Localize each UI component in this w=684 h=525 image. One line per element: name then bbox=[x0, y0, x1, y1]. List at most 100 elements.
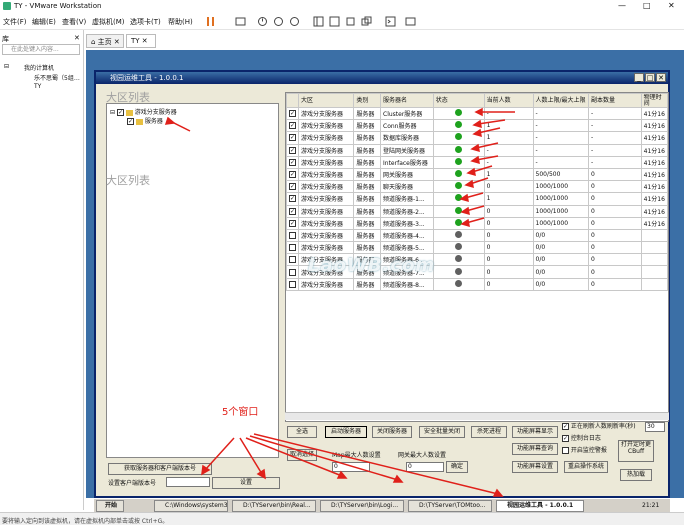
sidebar-toggle-icon[interactable] bbox=[312, 15, 325, 28]
snapshot-manager-icon[interactable] bbox=[288, 15, 301, 28]
row-checkbox-cell[interactable] bbox=[286, 265, 299, 279]
row-checkbox[interactable] bbox=[289, 268, 296, 276]
refresh-rate-select[interactable]: 30 bbox=[645, 422, 665, 432]
tree-my-computer[interactable]: 我的计算机 bbox=[24, 63, 54, 72]
column-header[interactable]: 大区 bbox=[297, 93, 355, 108]
row-checkbox-cell[interactable]: ✓ bbox=[286, 204, 299, 218]
monitor-checkbox[interactable] bbox=[562, 447, 569, 454]
menu-file[interactable]: 文件(F) bbox=[3, 17, 27, 27]
close-library-icon[interactable]: ✕ bbox=[74, 34, 80, 42]
tree-vm-group[interactable]: 乐不思蜀（5组… bbox=[34, 73, 80, 82]
row-checkbox[interactable]: ✓ bbox=[289, 219, 296, 227]
pause-icon[interactable] bbox=[204, 15, 217, 28]
row-checkbox[interactable]: ✓ bbox=[289, 158, 296, 166]
row-checkbox[interactable]: ✓ bbox=[289, 122, 296, 130]
task-realm[interactable]: D:\TYServer\bin\Real... bbox=[232, 500, 316, 512]
console-log-checkbox[interactable]: ✓ bbox=[562, 435, 569, 442]
refresh-checkbox[interactable]: ✓ bbox=[562, 423, 569, 430]
row-checkbox-cell[interactable] bbox=[286, 228, 299, 243]
table-row[interactable]: ✓ 游戏分支服务器 服务器 频道服务器-3... 0 1000/1000 0 41分16 bbox=[286, 216, 668, 230]
hotload-button[interactable]: 热加载 bbox=[620, 469, 652, 481]
table-row[interactable]: 游戏分支服务器 服务器 频道服务器-4... 0 0/0 0 bbox=[286, 228, 668, 243]
task-ops-tool[interactable]: 视园运维工具 - 1.0.0.1 bbox=[496, 500, 584, 512]
tree-expand-icon[interactable]: ⊟ bbox=[4, 63, 9, 70]
ops-maximize-button[interactable]: □ bbox=[645, 73, 655, 82]
table-row[interactable]: ✓ 游戏分支服务器 服务器 网关服务器 1 500/500 0 41分16 bbox=[286, 167, 668, 182]
library-search-input[interactable]: 在此处键入内容... bbox=[2, 44, 80, 55]
restart-os-button[interactable]: 重启操作系统 bbox=[564, 461, 608, 473]
menu-edit[interactable]: 编辑(E) bbox=[32, 17, 56, 27]
menu-view[interactable]: 查看(V) bbox=[62, 17, 86, 27]
unity-icon[interactable] bbox=[360, 15, 373, 28]
row-checkbox[interactable]: ✓ bbox=[289, 195, 296, 203]
func-set-button[interactable]: 功能屏幕设置 bbox=[512, 461, 558, 473]
tab-ty[interactable]: TY ✕ bbox=[126, 34, 156, 48]
table-row[interactable]: ✓ 游戏分支服务器 服务器 Cluster服务器 - - -41分16 bbox=[286, 106, 668, 121]
row-checkbox[interactable] bbox=[289, 256, 296, 264]
row-checkbox[interactable]: ✓ bbox=[289, 183, 296, 191]
tab-home[interactable]: ⌂ 主页 ✕ bbox=[86, 34, 124, 48]
table-row[interactable]: ✓ 游戏分支服务器 服务器 数据库服务器 1- -41分16 bbox=[286, 131, 668, 145]
task-tomtool[interactable]: D:\TYServer\TOMtoo... bbox=[408, 500, 492, 512]
column-header[interactable]: 当前人数 bbox=[483, 93, 534, 108]
row-checkbox-cell[interactable]: ✓ bbox=[286, 180, 299, 194]
confirm-button[interactable]: 确定 bbox=[446, 461, 468, 473]
row-checkbox[interactable]: ✓ bbox=[289, 171, 296, 179]
grid-horizontal-scrollbar[interactable] bbox=[285, 412, 669, 420]
ops-close-button[interactable]: ✕ bbox=[656, 73, 666, 82]
console-log-checkbox-row[interactable]: ✓ 控制台日志 bbox=[562, 433, 601, 442]
console-view-icon[interactable] bbox=[328, 15, 341, 28]
start-button[interactable]: 开始 bbox=[96, 500, 124, 512]
row-checkbox-cell[interactable]: ✓ bbox=[286, 143, 299, 157]
get-version-button[interactable]: 获取服务器和客户端版本号 bbox=[108, 463, 212, 475]
refresh-checkbox-row[interactable]: ✓ 正在刷新人数刷新率(秒) bbox=[562, 421, 636, 430]
menu-help[interactable]: 帮助(H) bbox=[168, 17, 193, 27]
tree-vm-ty[interactable]: TY bbox=[34, 83, 41, 90]
func-show-button[interactable]: 功能屏幕显示 bbox=[512, 426, 558, 438]
func-query-button[interactable]: 功能屏幕查询 bbox=[512, 443, 558, 455]
table-row[interactable]: ✓ 游戏分支服务器 服务器 频道服务器-1... 1 1000/1000 0 41分16 bbox=[286, 192, 668, 206]
stop-server-button[interactable]: 关闭服务器 bbox=[372, 426, 412, 438]
start-server-button[interactable]: 启动服务器 bbox=[325, 426, 367, 438]
column-header[interactable]: 服务器名 bbox=[380, 93, 434, 108]
tree-root-item[interactable]: ⊟ ✓ 游戏分支服务器 bbox=[110, 107, 177, 116]
row-checkbox-cell[interactable]: ✓ bbox=[286, 155, 299, 169]
row-checkbox-cell[interactable] bbox=[286, 277, 299, 291]
task-cmd[interactable]: C:\Windows\system3... bbox=[154, 500, 228, 512]
table-row[interactable]: 游戏分支服务器 服务器 频道服务器-8... 0 0/0 0 bbox=[286, 277, 668, 291]
tree-child-item[interactable]: ✓ 服务器 bbox=[127, 116, 163, 125]
column-header[interactable]: 人数上限/最大上限 bbox=[532, 93, 590, 108]
row-checkbox-cell[interactable]: ✓ bbox=[286, 167, 299, 182]
column-header[interactable]: 物理时间 bbox=[640, 93, 668, 108]
ops-minimize-button[interactable]: _ bbox=[634, 73, 644, 82]
safe-close-button[interactable]: 安全批量关闭 bbox=[419, 426, 465, 438]
row-checkbox-cell[interactable]: ✓ bbox=[286, 192, 299, 206]
monitor-checkbox-row[interactable]: 开启监控警报 bbox=[562, 445, 607, 454]
stretch-icon[interactable] bbox=[404, 15, 417, 28]
row-checkbox-cell[interactable] bbox=[286, 241, 299, 255]
timer-button[interactable]: 打开定时更CBuff bbox=[618, 440, 654, 462]
maximize-button[interactable]: □ bbox=[643, 1, 651, 10]
menu-tabs[interactable]: 选项卡(T) bbox=[130, 17, 161, 27]
row-checkbox-cell[interactable]: ✓ bbox=[286, 131, 299, 145]
snapshot-icon[interactable] bbox=[256, 15, 269, 28]
table-row[interactable]: 游戏分支服务器 服务器 频道服务器-5... 0 0/0 0 bbox=[286, 241, 668, 255]
minimize-button[interactable]: — bbox=[618, 1, 626, 10]
row-checkbox[interactable] bbox=[289, 280, 296, 288]
terminal-icon[interactable] bbox=[384, 15, 397, 28]
client-version-input[interactable] bbox=[166, 477, 210, 487]
send-keys-icon[interactable] bbox=[234, 15, 247, 28]
table-row[interactable]: ✓ 游戏分支服务器 服务器 聊天服务器 0 1000/1000 0 41分16 bbox=[286, 180, 668, 194]
column-header[interactable]: 类别 bbox=[353, 93, 381, 108]
set-button[interactable]: 设置 bbox=[212, 477, 280, 489]
column-header[interactable]: 状态 bbox=[432, 93, 485, 108]
row-checkbox-cell[interactable]: ✓ bbox=[286, 106, 299, 121]
row-checkbox[interactable]: ✓ bbox=[289, 134, 296, 142]
row-checkbox-cell[interactable]: ✓ bbox=[286, 119, 299, 133]
row-checkbox-cell[interactable]: ✓ bbox=[286, 216, 299, 230]
fullscreen-icon[interactable] bbox=[344, 15, 357, 28]
net-max-input[interactable]: 0 bbox=[406, 462, 444, 472]
table-row[interactable]: ✓ 游戏分支服务器 服务器 Interface服务器 - - -41分16 bbox=[286, 155, 668, 169]
column-header[interactable]: 副本数量 bbox=[588, 93, 642, 108]
tree-root-checkbox[interactable]: ✓ bbox=[116, 109, 124, 116]
